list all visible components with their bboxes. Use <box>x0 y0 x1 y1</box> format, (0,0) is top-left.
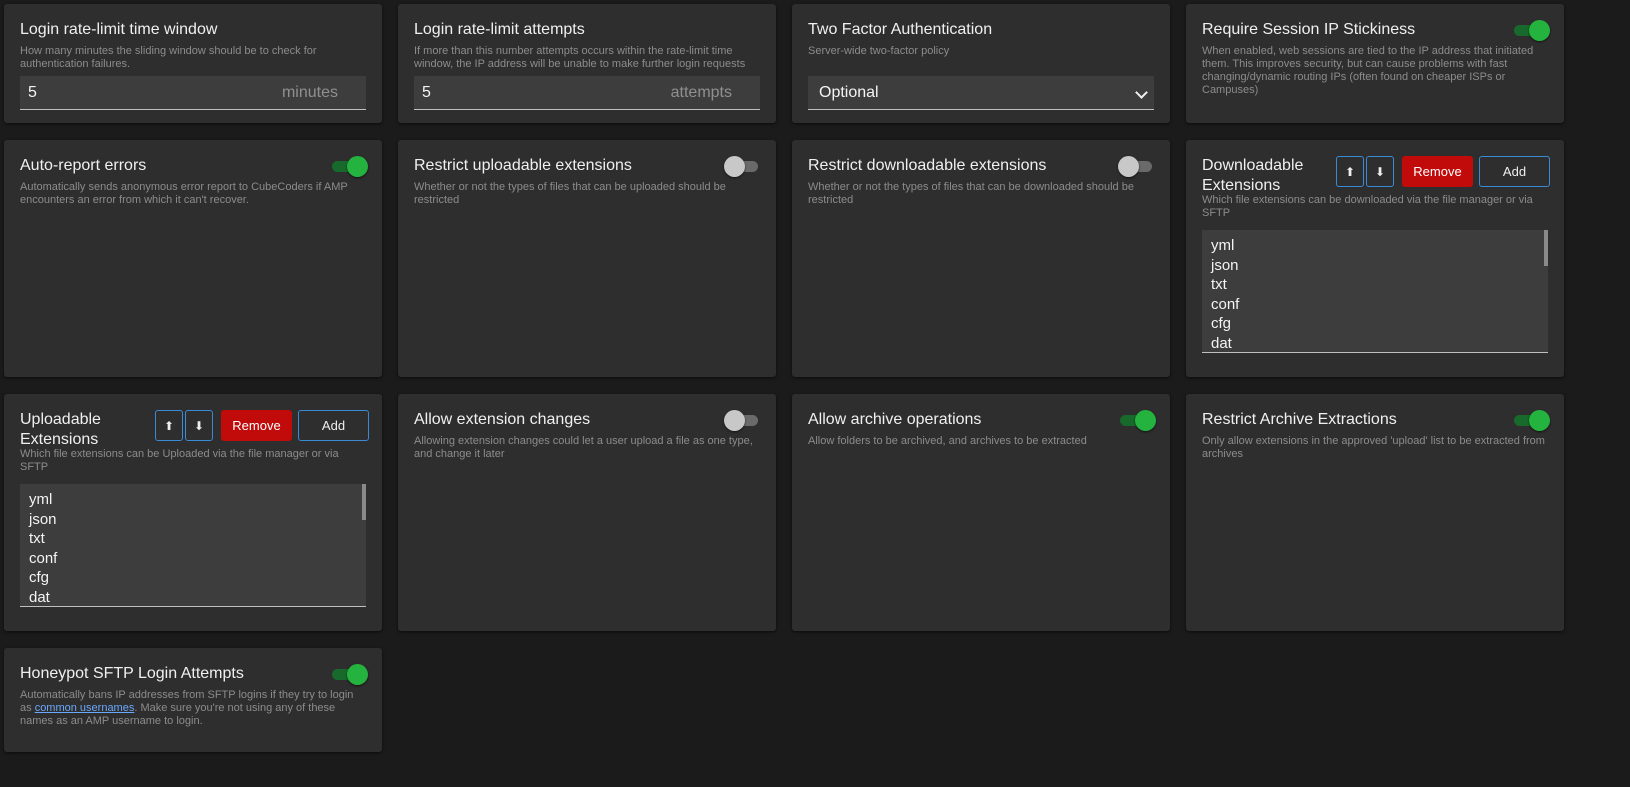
setting-title: Require Session IP Stickiness <box>1202 21 1416 38</box>
setting-title: Downloadable Extensions <box>1202 157 1304 194</box>
setting-title: Login rate-limit time window <box>20 21 218 38</box>
extension-changes-toggle[interactable] <box>724 410 762 431</box>
ip-stickiness-toggle[interactable] <box>1512 20 1550 41</box>
setting-title: Restrict Archive Extractions <box>1202 411 1397 428</box>
list-item[interactable]: cfg <box>20 568 366 588</box>
move-up-button[interactable]: ⬆ <box>1336 156 1364 187</box>
list-item[interactable]: txt <box>1202 275 1548 295</box>
uploadable-extensions-list[interactable]: yml json txt conf cfg dat <box>20 484 366 607</box>
restrict-upload-toggle[interactable] <box>724 156 762 177</box>
list-item[interactable]: conf <box>20 549 366 569</box>
setting-title: Uploadable Extensions <box>20 411 101 448</box>
setting-description: When enabled, web sessions are tied to t… <box>1202 45 1534 96</box>
restrict-archive-toggle[interactable] <box>1512 410 1550 431</box>
auto-report-toggle[interactable] <box>330 156 368 177</box>
card-uploadable-extensions: Uploadable Extensions ⬆ ⬇ Remove Add Whi… <box>4 394 382 631</box>
card-downloadable-extensions: Downloadable Extensions ⬆ ⬇ Remove Add W… <box>1186 140 1564 377</box>
card-ip-stickiness: Require Session IP Stickiness When enabl… <box>1186 4 1564 123</box>
move-down-button[interactable]: ⬇ <box>185 410 213 441</box>
add-button[interactable]: Add <box>298 410 369 441</box>
setting-description: Automatically bans IP addresses from SFT… <box>20 689 366 728</box>
rate-attempts-input[interactable]: 5 attempts <box>414 76 760 110</box>
list-item[interactable]: cfg <box>1202 314 1548 334</box>
two-factor-select[interactable]: Optional <box>808 76 1154 110</box>
card-restrict-archive: Restrict Archive Extractions Only allow … <box>1186 394 1564 631</box>
input-unit-label: attempts <box>670 84 732 101</box>
setting-description: Which file extensions can be downloaded … <box>1202 194 1533 219</box>
toggle-knob <box>347 664 368 685</box>
card-archive-operations: Allow archive operations Allow folders t… <box>792 394 1170 631</box>
add-button[interactable]: Add <box>1479 156 1550 187</box>
setting-title: Two Factor Authentication <box>808 21 993 38</box>
chevron-down-icon <box>1135 86 1148 99</box>
input-unit-label: minutes <box>281 84 338 101</box>
card-restrict-upload: Restrict uploadable extensions Whether o… <box>398 140 776 377</box>
scrollbar[interactable] <box>362 484 366 520</box>
remove-button[interactable]: Remove <box>1402 156 1473 187</box>
common-usernames-link[interactable]: common usernames <box>35 702 135 714</box>
toggle-knob <box>1118 156 1139 177</box>
toggle-knob <box>347 156 368 177</box>
setting-title: Allow archive operations <box>808 411 982 428</box>
downloadable-extensions-list[interactable]: yml json txt conf cfg dat <box>1202 230 1548 353</box>
toggle-knob <box>724 410 745 431</box>
toggle-knob <box>724 156 745 177</box>
list-item[interactable]: txt <box>20 529 366 549</box>
setting-title: Allow extension changes <box>414 411 591 428</box>
card-restrict-download: Restrict downloadable extensions Whether… <box>792 140 1170 377</box>
card-rate-limit-attempts: Login rate-limit attempts If more than t… <box>398 4 776 123</box>
input-value: 5 <box>28 84 37 101</box>
setting-title: Auto-report errors <box>20 157 147 174</box>
setting-description: Only allow extensions in the approved 'u… <box>1202 435 1545 460</box>
card-auto-report: Auto-report errors Automatically sends a… <box>4 140 382 377</box>
list-item[interactable]: conf <box>1202 295 1548 315</box>
card-honeypot: Honeypot SFTP Login Attempts Automatical… <box>4 648 382 752</box>
list-item[interactable]: dat <box>1202 334 1548 352</box>
setting-description: Server-wide two-factor policy <box>808 45 950 57</box>
move-down-button[interactable]: ⬇ <box>1366 156 1394 187</box>
list-item[interactable]: yml <box>1202 236 1548 256</box>
setting-description: How many minutes the sliding window shou… <box>20 45 317 70</box>
restrict-download-toggle[interactable] <box>1118 156 1156 177</box>
list-item[interactable]: json <box>20 510 366 530</box>
scrollbar[interactable] <box>1544 230 1548 266</box>
select-value: Optional <box>819 84 879 101</box>
rate-window-input[interactable]: 5 minutes <box>20 76 366 110</box>
honeypot-toggle[interactable] <box>330 664 368 685</box>
input-value: 5 <box>422 84 431 101</box>
setting-description: If more than this number attempts occurs… <box>414 45 746 70</box>
setting-description: Whether or not the types of files that c… <box>808 181 1134 206</box>
card-rate-limit-window: Login rate-limit time window How many mi… <box>4 4 382 123</box>
move-up-button[interactable]: ⬆ <box>155 410 183 441</box>
setting-description: Automatically sends anonymous error repo… <box>20 181 348 206</box>
setting-description: Whether or not the types of files that c… <box>414 181 726 206</box>
setting-title: Honeypot SFTP Login Attempts <box>20 665 244 682</box>
archive-operations-toggle[interactable] <box>1118 410 1156 431</box>
list-item[interactable]: json <box>1202 256 1548 276</box>
setting-description: Which file extensions can be Uploaded vi… <box>20 448 339 473</box>
list-item[interactable]: dat <box>20 588 366 606</box>
setting-title: Restrict downloadable extensions <box>808 157 1047 174</box>
remove-button[interactable]: Remove <box>221 410 292 441</box>
card-extension-changes: Allow extension changes Allowing extensi… <box>398 394 776 631</box>
toggle-knob <box>1529 410 1550 431</box>
card-two-factor: Two Factor Authentication Server-wide tw… <box>792 4 1170 123</box>
setting-title: Login rate-limit attempts <box>414 21 585 38</box>
toggle-knob <box>1135 410 1156 431</box>
list-item[interactable]: yml <box>20 490 366 510</box>
setting-description: Allowing extension changes could let a u… <box>414 435 753 460</box>
setting-title: Restrict uploadable extensions <box>414 157 632 174</box>
setting-description: Allow folders to be archived, and archiv… <box>808 435 1087 447</box>
toggle-knob <box>1529 20 1550 41</box>
